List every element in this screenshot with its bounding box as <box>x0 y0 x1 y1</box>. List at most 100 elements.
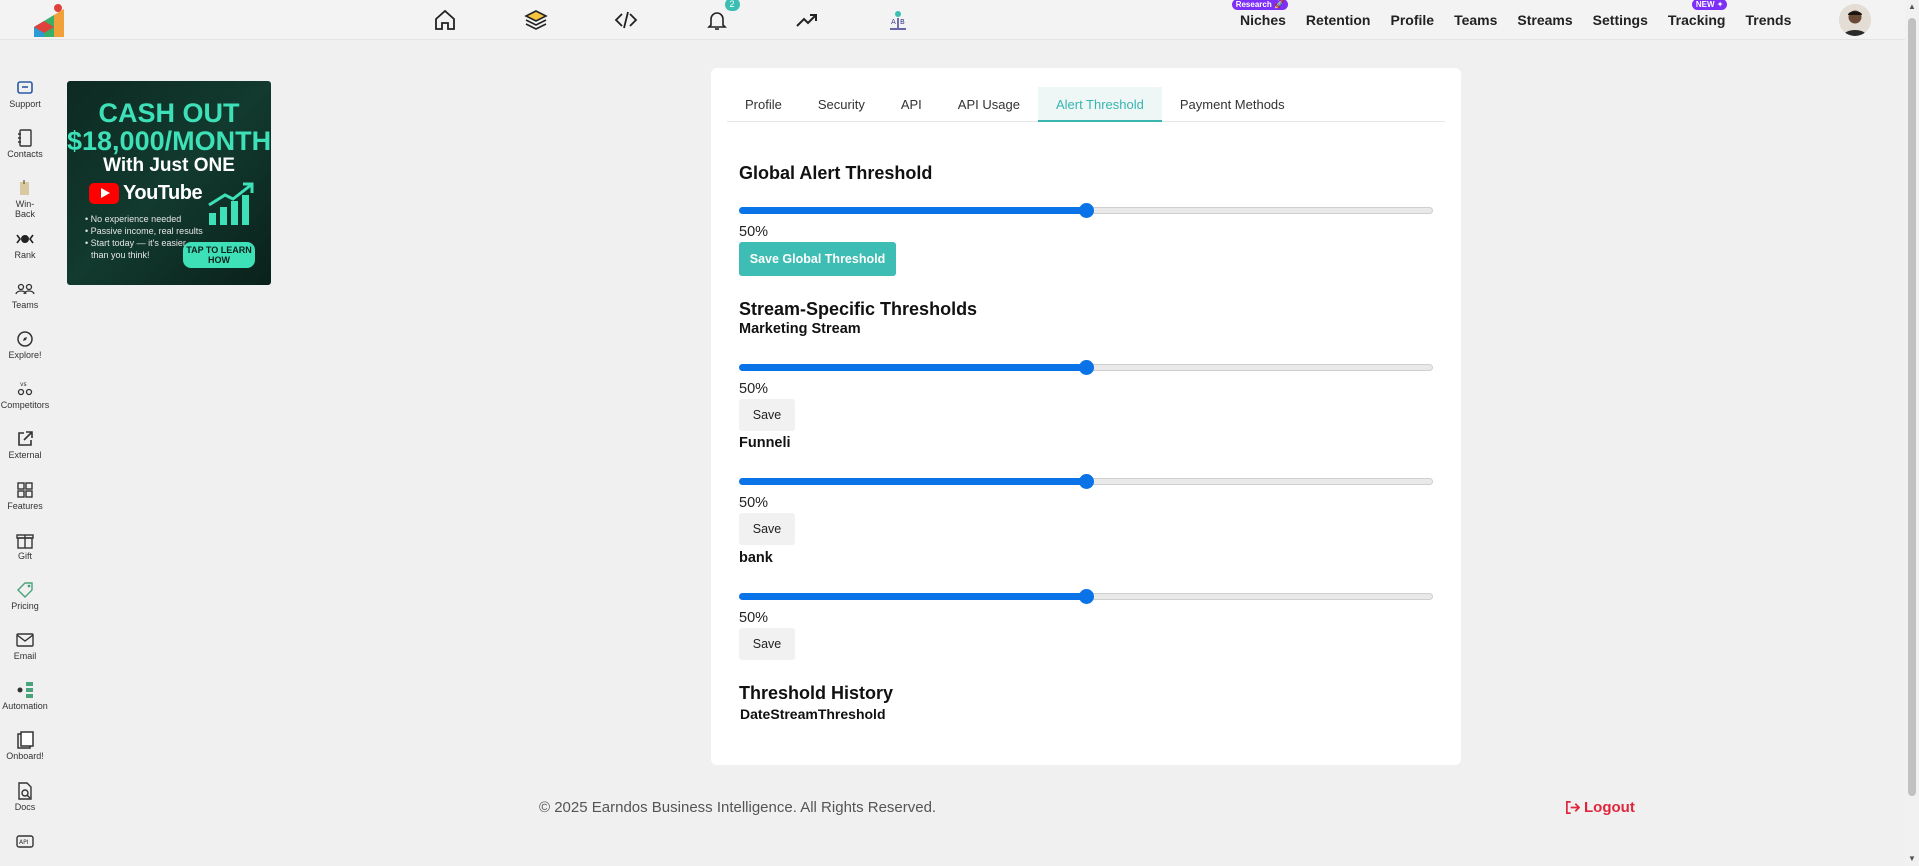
pricing-icon <box>17 582 33 598</box>
tab-security[interactable]: Security <box>800 87 883 122</box>
slider-fill <box>739 478 1086 485</box>
tab-profile[interactable]: Profile <box>727 87 800 122</box>
logout-label: Logout <box>1584 799 1635 816</box>
sidebar-item-label: Explore! <box>8 349 42 360</box>
promo-ad-banner[interactable]: CASH OUT $18,000/MONTH With Just ONE You… <box>67 81 271 285</box>
sidebar-item-explore[interactable]: Explore! <box>0 329 50 379</box>
code-icon <box>614 11 638 29</box>
nav-settings[interactable]: Settings <box>1593 12 1648 28</box>
rank-icon <box>16 234 34 244</box>
explore-icon <box>17 331 33 347</box>
external-icon <box>18 431 33 447</box>
sidebar-item-support[interactable]: Support <box>0 78 50 128</box>
app-logo[interactable] <box>32 3 66 39</box>
sidebar-item-label: Win- Back <box>14 199 35 220</box>
layers-nav-button[interactable] <box>491 0 582 40</box>
stream-threshold-slider[interactable] <box>739 586 1433 606</box>
tab-api-usage[interactable]: API Usage <box>940 87 1038 122</box>
nav-trends[interactable]: Trends <box>1745 12 1791 28</box>
research-tag: Research 🚀 <box>1231 0 1288 10</box>
sidebar-item-label: Pricing <box>11 600 39 611</box>
ad-subline: With Just ONE <box>103 155 235 176</box>
user-avatar[interactable] <box>1839 4 1871 36</box>
scroll-up-arrow-icon[interactable]: ▲ <box>1905 0 1919 14</box>
sidebar-item-rank[interactable]: Rank <box>0 229 50 279</box>
sidebar-item-label: Contacts <box>7 149 43 160</box>
stream-threshold-slider[interactable] <box>739 471 1433 491</box>
sidebar-item-label: Rank <box>14 249 36 260</box>
sidebar-item-automation[interactable]: Automation <box>0 680 50 730</box>
ad-youtube-brand: YouTube <box>89 182 203 205</box>
bell-icon <box>706 12 727 30</box>
tab-alert-threshold[interactable]: Alert Threshold <box>1037 87 1162 122</box>
sidebar-item-competitors[interactable]: vs Competitors <box>0 379 50 429</box>
code-nav-button[interactable] <box>581 0 672 40</box>
sidebar-item-label: Teams <box>11 299 39 310</box>
ad-bullet: • Passive income, real results <box>85 226 203 236</box>
nav-teams[interactable]: Teams <box>1454 12 1497 28</box>
layers-icon <box>523 10 548 30</box>
notification-count-badge: 2 <box>724 0 740 11</box>
nav-tracking[interactable]: NEW ✦ Tracking <box>1668 0 1728 28</box>
history-column-header: Threshold <box>817 706 886 722</box>
icon-nav: 2 AB <box>400 0 943 40</box>
sidebar-item-contacts[interactable]: Contacts <box>0 128 50 178</box>
nav-profile[interactable]: Profile <box>1390 12 1434 28</box>
sidebar-item-docs[interactable]: Docs <box>0 781 50 831</box>
winback-icon <box>20 180 29 196</box>
tab-payment-methods[interactable]: Payment Methods <box>1162 87 1303 122</box>
save-global-threshold-button[interactable]: Save Global Threshold <box>739 242 896 276</box>
sign-out-icon <box>1566 801 1580 814</box>
sidebar-item-features[interactable]: Features <box>0 480 50 530</box>
sidebar-item-pricing[interactable]: Pricing <box>0 580 50 630</box>
sidebar-item-onboard[interactable]: Onboard! <box>0 730 50 780</box>
sidebar-item-email[interactable]: Email <box>0 630 50 680</box>
stream-threshold-slider[interactable] <box>739 357 1433 377</box>
stream-threshold-value: 50% <box>739 381 769 397</box>
sidebar-item-gift[interactable]: Gift <box>0 530 50 580</box>
page-scrollbar[interactable]: ▲ ▼ <box>1905 0 1919 866</box>
nav-retention[interactable]: Retention <box>1306 12 1371 28</box>
ab-test-nav-button[interactable]: AB <box>853 0 944 40</box>
email-icon <box>16 633 34 647</box>
nav-niches[interactable]: Research 🚀 Niches <box>1231 0 1288 28</box>
sidebar-item-teams[interactable]: Teams <box>0 279 50 329</box>
sidebar-item-api[interactable]: API <box>0 831 50 866</box>
nav-retention-label: Retention <box>1305 12 1371 28</box>
save-stream-threshold-button[interactable]: Save <box>739 628 795 660</box>
alert-threshold-card: Profile Security API API Usage Alert Thresho… <box>711 68 1461 765</box>
logout-link[interactable]: Logout <box>1565 799 1635 816</box>
global-threshold-value: 50% <box>739 224 769 240</box>
sidebar-item-external[interactable]: External <box>0 429 50 479</box>
nav-teams-label: Teams <box>1454 12 1498 28</box>
sidebar-item-label: Docs <box>14 801 36 812</box>
svg-text:vs: vs <box>20 381 27 388</box>
notifications-nav-button[interactable]: 2 <box>672 0 763 40</box>
sidebar-item-winback[interactable]: Win- Back <box>0 178 50 228</box>
save-stream-threshold-button[interactable]: Save <box>739 399 795 431</box>
home-icon <box>435 9 456 30</box>
nav-streams-label: Streams <box>1517 12 1573 28</box>
save-stream-threshold-button[interactable]: Save <box>739 513 795 545</box>
slider-thumb[interactable] <box>1078 360 1094 375</box>
scroll-thumb[interactable] <box>1908 18 1916 796</box>
ad-cta-button[interactable]: TAP TO LEARN HOW <box>183 242 255 268</box>
settings-tabs: Profile Security API API Usage Alert Thresho… <box>727 87 1445 122</box>
threshold-history-title: Threshold History <box>739 683 894 703</box>
tab-api[interactable]: API <box>883 87 940 122</box>
slider-thumb[interactable] <box>1078 203 1094 218</box>
top-links: Research 🚀 Niches Retention Profile Team… <box>1230 0 1801 40</box>
nav-settings-label: Settings <box>1592 12 1648 28</box>
slider-thumb[interactable] <box>1078 474 1094 489</box>
nav-streams[interactable]: Streams <box>1517 12 1572 28</box>
sidebar-item-label: Features <box>7 500 43 511</box>
scroll-down-arrow-icon[interactable]: ▼ <box>1905 852 1919 866</box>
new-tag: NEW ✦ <box>1691 0 1728 10</box>
sidebar-item-label: Support <box>9 99 41 109</box>
trending-nav-button[interactable] <box>762 0 853 40</box>
home-nav-button[interactable] <box>400 0 491 40</box>
ad-headline: CASH OUT $18,000/MONTH <box>67 98 271 156</box>
sidebar-item-label: Automation <box>2 701 48 712</box>
slider-thumb[interactable] <box>1078 589 1094 604</box>
global-threshold-slider[interactable] <box>739 200 1433 220</box>
